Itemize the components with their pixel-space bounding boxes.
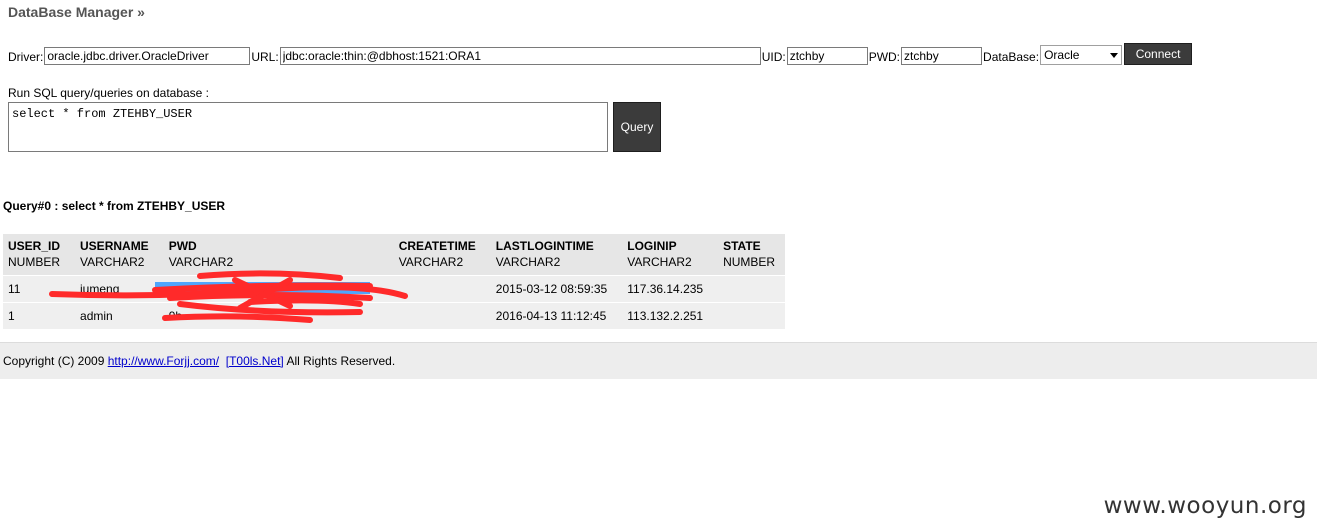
column-name: CREATETIME	[398, 239, 476, 253]
driver-input[interactable]	[44, 47, 251, 65]
column-name: USERNAME	[80, 239, 149, 253]
page-title: DataBase Manager »	[8, 4, 145, 20]
column-type: VARCHAR2	[398, 255, 464, 269]
uid-input[interactable]	[786, 47, 868, 65]
table-cell: 11	[3, 276, 76, 303]
table-row: 11 jumeng 2015-03-12 08:59:35 117.36.14.…	[3, 276, 786, 303]
copyright-text: Copyright (C) 2009	[3, 354, 108, 368]
column-name: LASTLOGINTIME	[495, 239, 594, 253]
table-cell: jumeng	[75, 276, 164, 303]
chevron-down-icon	[1110, 52, 1119, 58]
table-header-row: USER_ID NUMBER USERNAME VARCHAR2 PWD VARCHA…	[3, 234, 786, 276]
column-header: LOGINIP VARCHAR2	[622, 234, 719, 276]
table-cell: admin	[75, 303, 164, 330]
pwd-label: PWD:	[868, 50, 901, 64]
pwd-input[interactable]	[901, 47, 983, 65]
column-type: VARCHAR2	[627, 255, 692, 269]
column-name: STATE	[723, 239, 761, 253]
t00ls-link[interactable]: [T00ls.Net]	[226, 354, 284, 368]
url-input[interactable]	[279, 47, 761, 65]
column-header: LASTLOGINTIME VARCHAR2	[490, 234, 623, 276]
column-type: VARCHAR2	[495, 255, 561, 269]
rights-text: All Rights Reserved.	[283, 354, 396, 368]
column-type: NUMBER	[723, 255, 776, 269]
column-header: PWD VARCHAR2	[163, 234, 394, 276]
connect-button[interactable]: Connect	[1124, 43, 1193, 65]
database-selected-value: Oracle	[1044, 48, 1080, 62]
sql-input[interactable]: select * from ZTEHBY_USER	[8, 102, 608, 152]
table-cell	[718, 303, 786, 330]
uid-label: UID:	[761, 50, 786, 64]
sql-label: Run SQL query/queries on database :	[8, 86, 210, 100]
column-header: STATE NUMBER	[718, 234, 786, 276]
table-cell: 117.36.14.235	[622, 276, 719, 303]
table-cell: 1	[3, 303, 76, 330]
table-cell	[393, 303, 491, 330]
table-cell: 113.132.2.251	[622, 303, 719, 330]
table-cell	[163, 276, 394, 303]
forjj-link[interactable]: http://www.Forjj.com/	[108, 354, 219, 368]
column-type: VARCHAR2	[168, 255, 234, 269]
watermark: www.wooyun.org	[1103, 493, 1307, 519]
column-name: LOGINIP	[627, 239, 677, 253]
column-name: USER_ID	[8, 239, 61, 253]
footer: Copyright (C) 2009 http://www.Forjj.com/…	[0, 342, 1317, 379]
result-table: USER_ID NUMBER USERNAME VARCHAR2 PWD VARCHA…	[3, 234, 786, 330]
table-cell: 2016-04-13 11:12:45	[490, 303, 623, 330]
column-type: NUMBER	[8, 255, 61, 269]
connection-form: Driver: URL: UID: PWD: DataBase: Oracle …	[8, 43, 1193, 65]
driver-label: Driver:	[8, 50, 44, 64]
table-row: 1 admin 9b 2016-04-13 11:12:45 113.132.2…	[3, 303, 786, 330]
column-name: PWD	[168, 239, 197, 253]
column-header: CREATETIME VARCHAR2	[393, 234, 491, 276]
column-header: USERNAME VARCHAR2	[75, 234, 164, 276]
table-cell: 2015-03-12 08:59:35	[490, 276, 623, 303]
column-header: USER_ID NUMBER	[3, 234, 76, 276]
table-cell	[393, 276, 491, 303]
query-result-title: Query#0 : select * from ZTEHBY_USER	[3, 199, 226, 213]
column-type: VARCHAR2	[80, 255, 145, 269]
table-cell	[718, 276, 786, 303]
query-button[interactable]: Query	[613, 102, 661, 152]
database-label: DataBase:	[983, 50, 1040, 64]
database-select[interactable]: Oracle	[1040, 45, 1123, 65]
table-cell: 9b	[163, 303, 394, 330]
url-label: URL:	[251, 50, 279, 64]
